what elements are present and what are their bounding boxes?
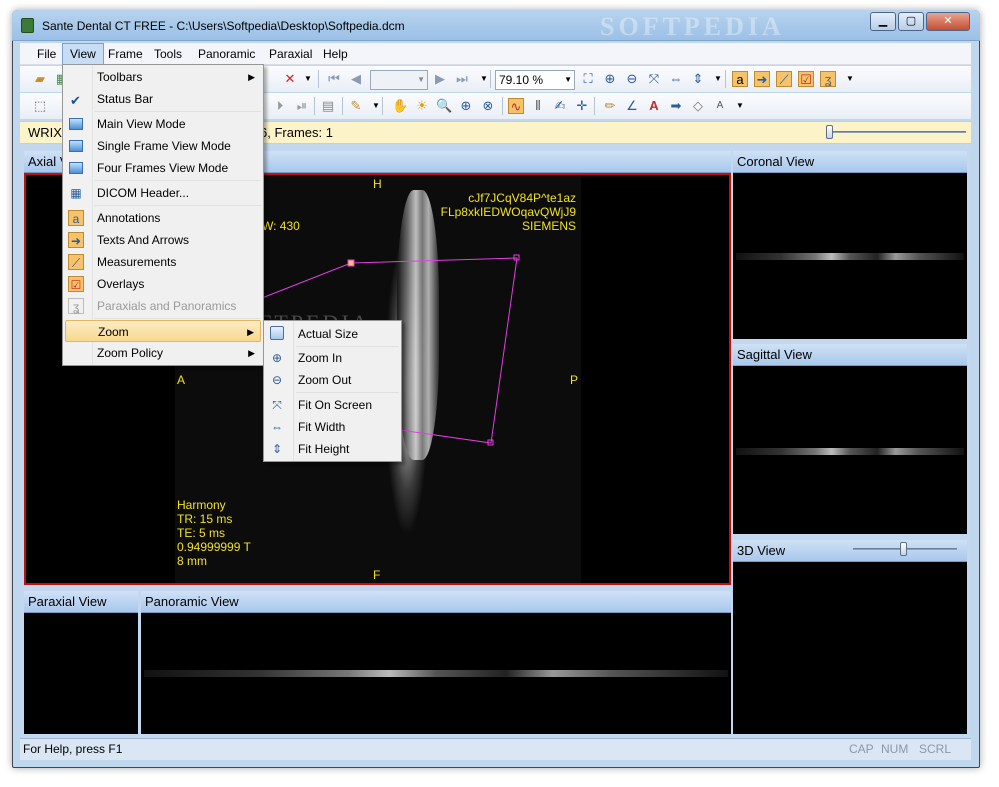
zoom-in-icon: ⊕: [271, 351, 283, 365]
submenu-arrow-icon: ▶: [248, 348, 255, 358]
submenu-arrow-icon: ▶: [247, 327, 254, 337]
menu-item-texts-arrows[interactable]: ➜ Texts And Arrows: [65, 229, 261, 251]
menu-item-annotations[interactable]: a Annotations: [65, 207, 261, 229]
status-help-text: For Help, press F1: [23, 742, 123, 756]
menu-item-status-bar[interactable]: ✔ Status Bar: [65, 88, 261, 110]
coronal-image: [736, 253, 964, 260]
four-frames-icon: [68, 160, 84, 176]
annotations-icon: a: [68, 210, 84, 226]
menu-separator: [95, 205, 261, 206]
paraxial-view[interactable]: Paraxial View: [24, 591, 138, 734]
menu-item-four-frames-view[interactable]: Four Frames View Mode: [65, 157, 261, 179]
fit-width-icon: ⇔: [271, 420, 283, 434]
status-bar: For Help, press F1 CAP NUM SCRL: [20, 738, 971, 760]
measurements-icon: ⟋: [68, 254, 84, 270]
menu-item-fit-on-screen[interactable]: ⤧ Fit On Screen: [266, 394, 399, 416]
menu-item-fit-height[interactable]: ⇕ Fit Height: [266, 438, 399, 460]
menu-item-zoom-out[interactable]: ⊖ Zoom Out: [266, 369, 399, 391]
paraxial-view-title: Paraxial View: [24, 591, 138, 613]
menu-item-overlays[interactable]: ☑ Overlays: [65, 273, 261, 295]
sagittal-image: [736, 448, 964, 455]
menu-item-actual-size[interactable]: Actual Size: [266, 323, 399, 345]
menu-separator: [95, 180, 261, 181]
menu-item-zoom-in[interactable]: ⊕ Zoom In: [266, 347, 399, 369]
submenu-arrow-icon: ▶: [248, 72, 255, 82]
menu-item-toolbars[interactable]: Toolbars ▶: [65, 66, 261, 88]
zoom-out-icon: ⊖: [271, 373, 283, 387]
sagittal-view-title: Sagittal View: [733, 344, 967, 366]
coronal-view-title: Coronal View: [733, 151, 967, 173]
dicom-header-icon: ▦: [70, 186, 82, 200]
menu-item-main-view-mode[interactable]: Main View Mode: [65, 113, 261, 135]
3d-view[interactable]: 3D View: [733, 540, 967, 734]
coronal-view[interactable]: Coronal View: [733, 151, 967, 339]
menu-item-zoom[interactable]: Zoom ▶: [65, 320, 261, 342]
view-menu: Toolbars ▶ ✔ Status Bar Main View Mode Sin…: [62, 64, 264, 366]
num-indicator: NUM: [881, 742, 909, 756]
paraxials-icon: ʓ: [68, 298, 84, 314]
panoramic-image: [144, 670, 728, 677]
main-view-mode-icon: [68, 116, 84, 132]
menu-separator: [95, 318, 261, 319]
cap-indicator: CAP: [849, 742, 874, 756]
scrl-indicator: SCRL: [919, 742, 952, 756]
menu-item-measurements[interactable]: ⟋ Measurements: [65, 251, 261, 273]
fit-on-screen-icon: ⤧: [272, 398, 282, 412]
zoom-submenu: Actual Size ⊕ Zoom In ⊖ Zoom Out ⤧ Fit On S…: [263, 320, 402, 462]
panoramic-view[interactable]: Panoramic View: [141, 591, 731, 734]
menu-item-single-frame-view[interactable]: Single Frame View Mode: [65, 135, 261, 157]
overlays-icon: ☑: [68, 276, 84, 292]
menu-separator: [95, 111, 261, 112]
menu-item-fit-width[interactable]: ⇔ Fit Width: [266, 416, 399, 438]
texts-arrows-icon: ➜: [68, 232, 84, 248]
fit-height-icon: ⇕: [271, 442, 283, 456]
menu-item-dicom-header[interactable]: ▦ DICOM Header...: [65, 182, 261, 204]
sagittal-view[interactable]: Sagittal View: [733, 344, 967, 534]
menu-item-paraxials-panoramics: ʓ Paraxials and Panoramics: [65, 295, 261, 317]
actual-size-icon: [269, 326, 285, 342]
3d-view-title: 3D View: [733, 540, 967, 562]
3d-slider-thumb[interactable]: [900, 542, 907, 556]
checkmark-icon: ✔: [70, 93, 81, 108]
menu-item-zoom-policy[interactable]: Zoom Policy ▶: [65, 342, 261, 364]
single-frame-icon: [68, 138, 84, 154]
menu-separator: [296, 392, 399, 393]
panoramic-view-title: Panoramic View: [141, 591, 731, 613]
